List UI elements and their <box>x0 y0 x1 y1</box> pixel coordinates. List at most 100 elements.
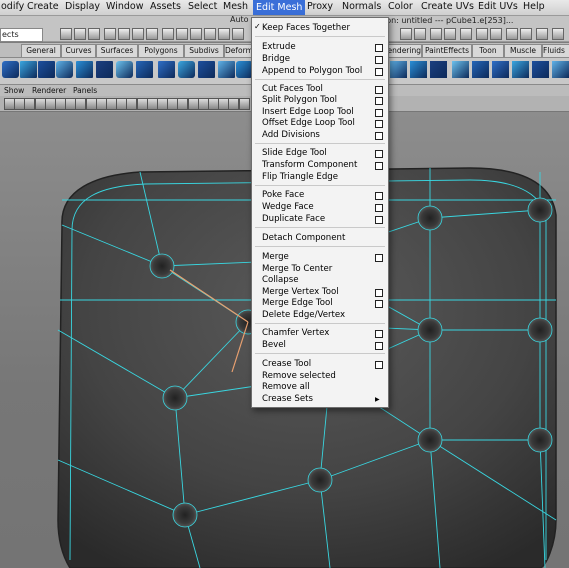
shelf-tool-icon[interactable] <box>430 61 447 78</box>
menu-item-keep-faces-together[interactable]: Keep Faces Together <box>262 23 350 33</box>
option-box-icon[interactable] <box>375 361 383 369</box>
menu-proxy[interactable]: Proxy <box>307 1 333 12</box>
shelf-tool-icon[interactable] <box>76 61 93 78</box>
shelf-tool-icon[interactable] <box>532 61 549 78</box>
shelf-tool-icon[interactable] <box>38 61 55 78</box>
menu-item-merge-to-center[interactable]: Merge To Center <box>262 264 332 274</box>
option-box-icon[interactable] <box>375 132 383 140</box>
menu-item-cut-faces[interactable]: Cut Faces Tool <box>262 84 323 94</box>
menu-item-extrude[interactable]: Extrude <box>262 42 296 52</box>
option-box-icon[interactable] <box>375 120 383 128</box>
status-line-button[interactable] <box>104 28 116 40</box>
menu-mesh[interactable]: Mesh <box>223 1 248 12</box>
tab-general[interactable]: General <box>21 44 61 58</box>
option-box-icon[interactable] <box>375 289 383 297</box>
tab-curves[interactable]: Curves <box>61 44 96 58</box>
shelf-tool-icon[interactable] <box>178 61 195 78</box>
shelf-tool-icon[interactable] <box>552 61 569 78</box>
status-line-button[interactable] <box>232 28 244 40</box>
shelf-tool-icon[interactable] <box>472 61 489 78</box>
option-box-icon[interactable] <box>375 68 383 76</box>
menu-item-detach-component[interactable]: Detach Component <box>262 233 345 243</box>
menu-item-collapse[interactable]: Collapse <box>262 275 299 285</box>
shelf-tool-icon[interactable] <box>452 61 469 78</box>
option-box-icon[interactable] <box>375 97 383 105</box>
status-line-button[interactable] <box>218 28 230 40</box>
status-line-button[interactable] <box>476 28 488 40</box>
menu-item-offset-edge-loop[interactable]: Offset Edge Loop Tool <box>262 118 355 128</box>
menu-item-wedge-face[interactable]: Wedge Face <box>262 202 314 212</box>
menu-item-transform-component[interactable]: Transform Component <box>262 160 357 170</box>
option-box-icon[interactable] <box>375 216 383 224</box>
menu-item-append-polygon[interactable]: Append to Polygon Tool <box>262 66 362 76</box>
panel-toolbar-button[interactable] <box>238 98 250 110</box>
menu-item-add-divisions[interactable]: Add Divisions <box>262 130 320 140</box>
option-box-icon[interactable] <box>375 44 383 52</box>
menu-select[interactable]: Select <box>188 1 217 12</box>
shelf-tool-icon[interactable] <box>96 61 113 78</box>
status-line-button[interactable] <box>162 28 174 40</box>
status-line-button[interactable] <box>490 28 502 40</box>
status-line-button[interactable] <box>176 28 188 40</box>
menu-item-slide-edge[interactable]: Slide Edge Tool <box>262 148 327 158</box>
menu-item-remove-all[interactable]: Remove all <box>262 382 310 392</box>
status-line-button[interactable] <box>74 28 86 40</box>
menu-normals[interactable]: Normals <box>342 1 381 12</box>
tab-painteffects[interactable]: PaintEffects <box>422 44 472 58</box>
shelf-tool-icon[interactable] <box>390 61 407 78</box>
menu-modify[interactable]: odify <box>1 1 24 12</box>
menu-item-merge[interactable]: Merge <box>262 252 289 262</box>
menu-item-remove-selected[interactable]: Remove selected <box>262 371 336 381</box>
shelf-tool-icon[interactable] <box>116 61 133 78</box>
panel-menu-renderer[interactable]: Renderer <box>32 85 66 96</box>
menu-item-merge-edge-tool[interactable]: Merge Edge Tool <box>262 298 333 308</box>
shelf-tool-icon[interactable] <box>218 61 235 78</box>
menu-item-bridge[interactable]: Bridge <box>262 54 290 64</box>
menu-edit-uvs[interactable]: Edit UVs <box>478 1 518 12</box>
panel-menu-panels[interactable]: Panels <box>73 85 97 96</box>
shelf-tool-icon[interactable] <box>158 61 175 78</box>
status-line-button[interactable] <box>190 28 202 40</box>
menu-item-split-polygon[interactable]: Split Polygon Tool <box>262 95 337 105</box>
shelf-tool-icon[interactable] <box>198 61 215 78</box>
status-line-button[interactable] <box>414 28 426 40</box>
option-box-icon[interactable] <box>375 86 383 94</box>
status-line-button[interactable] <box>520 28 532 40</box>
menu-create[interactable]: Create <box>27 1 59 12</box>
status-line-button[interactable] <box>132 28 144 40</box>
panel-menu-show[interactable]: Show <box>4 85 24 96</box>
shelf-tool-icon[interactable] <box>20 61 37 78</box>
shelf-tool-icon[interactable] <box>512 61 529 78</box>
menu-create-uvs[interactable]: Create UVs <box>421 1 474 12</box>
option-box-icon[interactable] <box>375 300 383 308</box>
status-line-button[interactable] <box>536 28 548 40</box>
option-box-icon[interactable] <box>375 254 383 262</box>
menu-item-insert-edge-loop[interactable]: Insert Edge Loop Tool <box>262 107 354 117</box>
menu-item-poke-face[interactable]: Poke Face <box>262 190 304 200</box>
shelf-tool-icon[interactable] <box>136 61 153 78</box>
option-box-icon[interactable] <box>375 56 383 64</box>
status-line-button[interactable] <box>552 28 564 40</box>
option-box-icon[interactable] <box>375 150 383 158</box>
menu-item-crease-tool[interactable]: Crease Tool <box>262 359 311 369</box>
menu-edit-mesh[interactable]: Edit Mesh <box>253 0 306 15</box>
tab-subdivs[interactable]: Subdivs <box>184 44 224 58</box>
status-line-button[interactable] <box>430 28 442 40</box>
status-line-button[interactable] <box>118 28 130 40</box>
menu-display[interactable]: Display <box>65 1 100 12</box>
shelf-tool-icon[interactable] <box>492 61 509 78</box>
menu-set-field[interactable]: ects <box>0 28 43 42</box>
menu-item-flip-triangle-edge[interactable]: Flip Triangle Edge <box>262 172 338 182</box>
tab-deform[interactable]: Deform <box>224 44 252 58</box>
menu-color[interactable]: Color <box>388 1 413 12</box>
status-line-button[interactable] <box>444 28 456 40</box>
menu-window[interactable]: Window <box>106 1 143 12</box>
shelf-tool-icon[interactable] <box>2 61 19 78</box>
menu-item-crease-sets[interactable]: Crease Sets <box>262 394 313 404</box>
menu-assets[interactable]: Assets <box>150 1 181 12</box>
option-box-icon[interactable] <box>375 342 383 350</box>
menu-item-delete-edge-vertex[interactable]: Delete Edge/Vertex <box>262 310 345 320</box>
shelf-tool-icon[interactable] <box>410 61 427 78</box>
option-box-icon[interactable] <box>375 192 383 200</box>
option-box-icon[interactable] <box>375 109 383 117</box>
